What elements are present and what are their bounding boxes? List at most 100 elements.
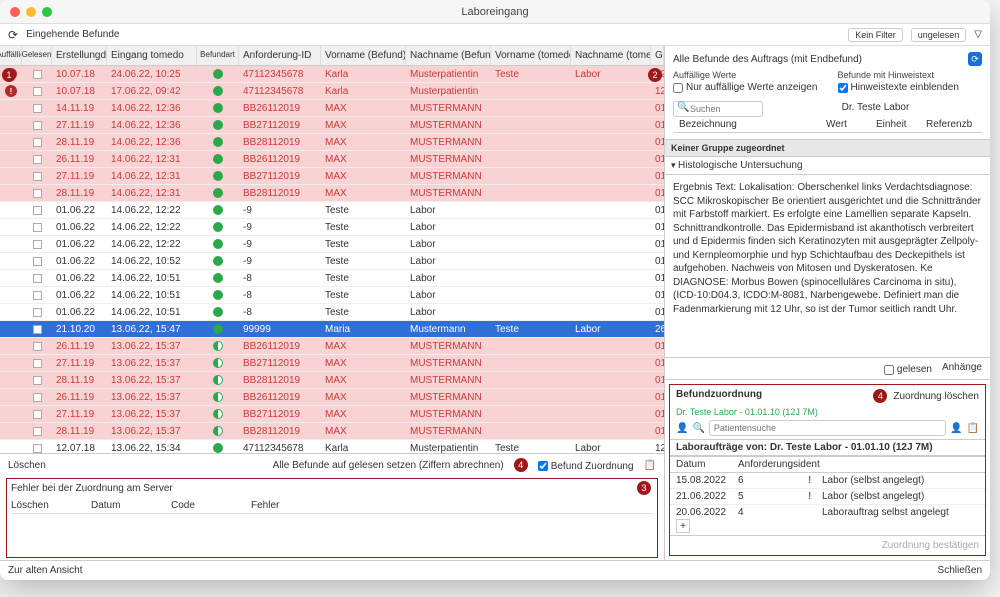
read-checkbox[interactable]: [33, 325, 42, 334]
read-checkbox[interactable]: [33, 291, 42, 300]
read-checkbox[interactable]: [33, 240, 42, 249]
bz-row[interactable]: 20.06.20224Laborauftrag selbst angelegt: [670, 505, 985, 517]
table-row[interactable]: 26.11.1914.06.22, 12:31 BB26112019MAXMUS…: [0, 151, 664, 168]
bz-row[interactable]: 15.08.20226!Labor (selbst angelegt): [670, 473, 985, 489]
table-row[interactable]: 27.11.1914.06.22, 12:31 BB27112019MAXMUS…: [0, 168, 664, 185]
main: Auffällig Gelesen Erstellungdat… Eingang…: [0, 46, 990, 560]
table-row[interactable]: 12.07.1813.06.22, 15:34 47112345678Karla…: [0, 440, 664, 453]
read-checkbox[interactable]: [33, 393, 42, 402]
read-checkbox[interactable]: [33, 172, 42, 181]
table-row[interactable]: ! 10.07.1817.06.22, 09:42 47112345678Kar…: [0, 83, 664, 100]
attachments-button[interactable]: Anhänge: [942, 362, 982, 375]
reload-icon[interactable]: ⟳: [8, 28, 18, 42]
bz-row[interactable]: 21.06.20225!Labor (selbst angelegt): [670, 489, 985, 505]
read-checkbox[interactable]: [33, 308, 42, 317]
bz-von: Laboraufträge von: Dr. Teste Labor - 01.…: [670, 439, 985, 456]
bz-confirm[interactable]: Zuordnung bestätigen: [670, 535, 985, 555]
bz-delete-button[interactable]: Zuordnung löschen: [893, 391, 979, 402]
col-erstell[interactable]: Erstellungdat…: [52, 46, 107, 65]
aw-checkbox[interactable]: Nur auffällige Werte anzeigen: [673, 82, 818, 93]
read-checkbox[interactable]: [33, 444, 42, 453]
col-anf[interactable]: Anforderung-ID: [239, 46, 321, 65]
read-checkbox[interactable]: [33, 155, 42, 164]
table-row[interactable]: 01.06.2214.06.22, 10:52 -9TesteLabor 01.…: [0, 253, 664, 270]
read-checkbox[interactable]: [33, 257, 42, 266]
person-add-icon[interactable]: 👤: [950, 423, 962, 434]
table-row[interactable]: 26.11.1913.06.22, 15:37 BB26112019MAXMUS…: [0, 338, 664, 355]
lab-header: Bezeichnung Wert Einheit Referenzb: [673, 117, 982, 133]
col-geb[interactable]: Geburtsdatum: [651, 46, 664, 65]
read-checkbox[interactable]: [33, 359, 42, 368]
hw-checkbox[interactable]: Hinweistexte einblenden: [838, 82, 983, 93]
add-button[interactable]: +: [676, 519, 690, 533]
table-row[interactable]: 21.10.2013.06.22, 15:47 99999MariaMuster…: [0, 321, 664, 338]
unread-button[interactable]: ungelesen: [911, 28, 967, 42]
all-results-label: Alle Befunde des Auftrags (mit Endbefund…: [673, 54, 862, 65]
status-dot-icon: [213, 443, 223, 453]
col-vt[interactable]: Vorname (tomedo): [491, 46, 571, 65]
status-dot-icon: [213, 256, 223, 266]
read-checkbox[interactable]: [33, 427, 42, 436]
col-nn[interactable]: Nachname (Befund): [406, 46, 491, 65]
status-dot-icon: [213, 205, 223, 215]
clipboard-icon[interactable]: 📋: [644, 460, 656, 471]
read-checkbox[interactable]: [33, 274, 42, 283]
table-row[interactable]: 28.11.1914.06.22, 12:31 BB28112019MAXMUS…: [0, 185, 664, 202]
status-dot-icon: [213, 426, 223, 436]
table-row[interactable]: 01.06.2214.06.22, 12:22 -9TesteLabor 01.…: [0, 202, 664, 219]
sec-histo[interactable]: ▾ Histologische Untersuchung: [665, 157, 990, 175]
read-checkbox[interactable]: [33, 342, 42, 351]
col-eingang[interactable]: Eingang tomedo: [107, 46, 197, 65]
status-dot-icon: [213, 86, 223, 96]
zuordnung-checkbox[interactable]: Befund Zuordnung: [538, 461, 634, 472]
read-checkbox[interactable]: [33, 376, 42, 385]
filter-icon[interactable]: ▽: [974, 29, 982, 40]
bz-title: Befundzuordnung: [676, 389, 762, 403]
mark-read-button[interactable]: Alle Befunde auf gelesen setzen (Ziffern…: [273, 460, 504, 471]
col-gelesen[interactable]: Gelesen: [22, 46, 52, 65]
read-checkbox[interactable]: [33, 104, 42, 113]
gelesen-checkbox[interactable]: gelesen: [884, 364, 932, 375]
col-auffaellig[interactable]: Auffällig: [0, 46, 22, 65]
read-checkbox[interactable]: [33, 410, 42, 419]
status-dot-icon: [213, 273, 223, 283]
aw-label: Auffällige Werte: [673, 70, 818, 80]
table-row[interactable]: 14.11.1914.06.22, 12:36 BB26112019MAXMUS…: [0, 100, 664, 117]
right-pane: Alle Befunde des Auftrags (mit Endbefund…: [665, 46, 990, 560]
table-row[interactable]: 01.06.2214.06.22, 10:51 -8TesteLabor 01.…: [0, 287, 664, 304]
table-row[interactable]: 28.11.1914.06.22, 12:36 BB28112019MAXMUS…: [0, 134, 664, 151]
read-checkbox[interactable]: [33, 206, 42, 215]
table-row[interactable]: 01.06.2214.06.22, 10:51 -8TesteLabor 01.…: [0, 270, 664, 287]
status-dot-icon: [213, 137, 223, 147]
table-row[interactable]: 26.11.1913.06.22, 15:37 BB26112019MAXMUS…: [0, 389, 664, 406]
read-checkbox[interactable]: [33, 138, 42, 147]
table-row[interactable]: 27.11.1913.06.22, 15:37 BB27112019MAXMUS…: [0, 406, 664, 423]
table-row[interactable]: 28.11.1913.06.22, 15:37 BB28112019MAXMUS…: [0, 423, 664, 440]
warning-icon: !: [5, 85, 17, 97]
status-dot-icon: [213, 188, 223, 198]
table-row[interactable]: ! 10.07.1824.06.22, 10:25 47112345678Kar…: [0, 66, 664, 83]
table-row[interactable]: 01.06.2214.06.22, 10:51 -8TesteLabor 01.…: [0, 304, 664, 321]
no-filter-button[interactable]: Kein Filter: [848, 28, 903, 42]
read-checkbox[interactable]: [33, 70, 42, 79]
close-button[interactable]: Schließen: [938, 565, 982, 576]
table-row[interactable]: 28.11.1913.06.22, 15:37 BB28112019MAXMUS…: [0, 372, 664, 389]
table-row[interactable]: 27.11.1913.06.22, 15:37 BB27112019MAXMUS…: [0, 355, 664, 372]
old-view-button[interactable]: Zur alten Ansicht: [8, 565, 82, 576]
col-vn[interactable]: Vorname (Befund): [321, 46, 406, 65]
col-befundart[interactable]: Befundart: [197, 46, 239, 65]
titlebar: Laboreingang: [0, 0, 990, 24]
table-header: Auffällig Gelesen Erstellungdat… Eingang…: [0, 46, 664, 66]
table-row[interactable]: 01.06.2214.06.22, 12:22 -9TesteLabor 01.…: [0, 236, 664, 253]
read-checkbox[interactable]: [33, 189, 42, 198]
clipboard-icon[interactable]: 📋: [967, 423, 979, 434]
table-row[interactable]: 01.06.2214.06.22, 12:22 -9TesteLabor 01.…: [0, 219, 664, 236]
refresh-icon[interactable]: ⟳: [968, 52, 982, 66]
patient-search-input[interactable]: [709, 420, 946, 436]
delete-button[interactable]: Löschen: [8, 460, 46, 471]
read-checkbox[interactable]: [33, 223, 42, 232]
col-nt[interactable]: Nachname (tomedo): [571, 46, 651, 65]
table-row[interactable]: 27.11.1914.06.22, 12:36 BB27112019MAXMUS…: [0, 117, 664, 134]
read-checkbox[interactable]: [33, 121, 42, 130]
read-checkbox[interactable]: [33, 87, 42, 96]
